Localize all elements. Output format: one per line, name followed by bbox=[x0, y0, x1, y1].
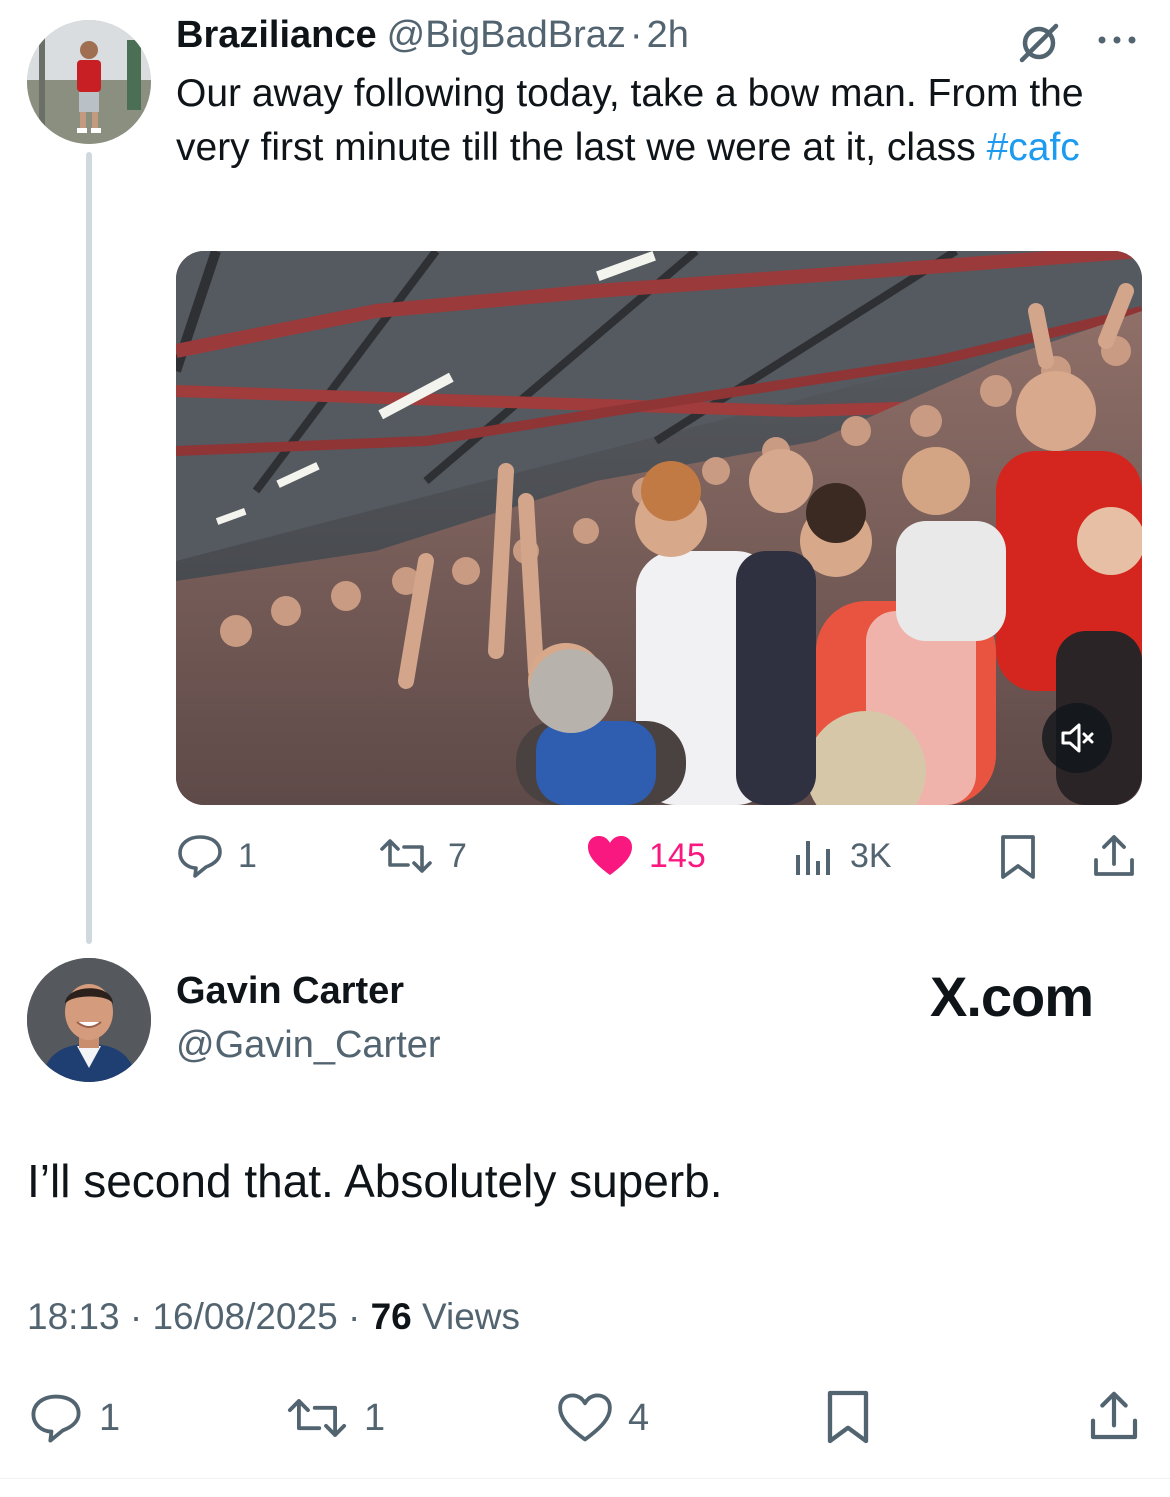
meta-separator: · bbox=[129, 1296, 143, 1337]
quoted-tweet-header: Braziliance @BigBadBraz · 2h bbox=[176, 14, 689, 64]
reply-tweet-meta: 18:13 · 16/08/2025 · 76 Views bbox=[27, 1296, 520, 1338]
reply-repost-button[interactable]: 1 bbox=[284, 1392, 385, 1444]
reply-time[interactable]: 18:13 bbox=[27, 1296, 120, 1337]
reply-like-count: 4 bbox=[628, 1396, 650, 1439]
reply-tweet-text: I’ll second that. Absolutely superb. bbox=[27, 1155, 723, 1207]
bottom-divider bbox=[0, 1478, 1170, 1479]
reply-author-handle[interactable]: @Gavin_Carter bbox=[176, 1024, 441, 1067]
author-name[interactable]: Braziliance bbox=[176, 14, 377, 57]
bookmark-button[interactable] bbox=[998, 833, 1038, 886]
repost-count: 7 bbox=[448, 836, 467, 875]
reply-count: 1 bbox=[238, 836, 257, 875]
share-icon bbox=[1090, 1391, 1138, 1440]
header-separator: · bbox=[629, 14, 643, 56]
reply-views-count: 76 bbox=[370, 1296, 412, 1337]
reply-like-button[interactable]: 4 bbox=[556, 1392, 649, 1444]
like-button[interactable]: 145 bbox=[585, 833, 706, 879]
reply-share-button[interactable] bbox=[1086, 1388, 1142, 1449]
stadium-crowd-video-frame bbox=[176, 251, 1142, 805]
reply-reply-button[interactable]: 1 bbox=[27, 1392, 120, 1444]
views-count: 3K bbox=[850, 836, 892, 875]
braziliance-avatar[interactable] bbox=[27, 20, 151, 144]
views-icon bbox=[796, 841, 830, 875]
like-count: 145 bbox=[649, 836, 706, 875]
bookmark-icon bbox=[1001, 835, 1035, 879]
thread-connector-line bbox=[86, 152, 92, 944]
quoted-tweet-text: Our away following today, take a bow man… bbox=[176, 67, 1126, 175]
reply-views-label: Views bbox=[422, 1296, 521, 1337]
reply-bookmark-button[interactable] bbox=[824, 1388, 872, 1451]
author-handle[interactable]: @BigBadBraz bbox=[387, 14, 626, 57]
bookmark-icon bbox=[827, 1390, 869, 1444]
reply-author-name[interactable]: Gavin Carter bbox=[176, 970, 404, 1013]
grok-slash-icon[interactable] bbox=[1014, 18, 1064, 68]
more-icon[interactable] bbox=[1094, 30, 1140, 50]
reply-icon bbox=[31, 1394, 81, 1443]
views-button[interactable]: 3K bbox=[792, 833, 892, 879]
like-icon bbox=[558, 1393, 612, 1442]
gavin-carter-avatar[interactable] bbox=[27, 958, 151, 1082]
tweet-time[interactable]: 2h bbox=[647, 14, 689, 57]
reply-reply-count: 1 bbox=[99, 1396, 121, 1439]
reply-icon bbox=[178, 835, 222, 878]
share-icon bbox=[1094, 835, 1134, 876]
reply-repost-count: 1 bbox=[364, 1396, 386, 1439]
like-icon bbox=[588, 836, 632, 875]
video-player[interactable] bbox=[176, 251, 1142, 805]
hashtag-link[interactable]: #cafc bbox=[987, 126, 1080, 169]
tweet-body: Our away following today, take a bow man… bbox=[176, 72, 1084, 169]
mute-icon bbox=[1061, 723, 1094, 753]
meta-separator: · bbox=[347, 1296, 361, 1337]
repost-icon bbox=[380, 839, 432, 873]
share-button[interactable] bbox=[1090, 832, 1138, 885]
repost-button[interactable]: 7 bbox=[378, 833, 467, 879]
mute-button[interactable] bbox=[1042, 703, 1112, 773]
x-brand-logo: X.com bbox=[930, 965, 1094, 1028]
reply-date[interactable]: 16/08/2025 bbox=[152, 1296, 337, 1337]
reply-button[interactable]: 1 bbox=[176, 833, 257, 879]
repost-icon bbox=[287, 1399, 347, 1437]
